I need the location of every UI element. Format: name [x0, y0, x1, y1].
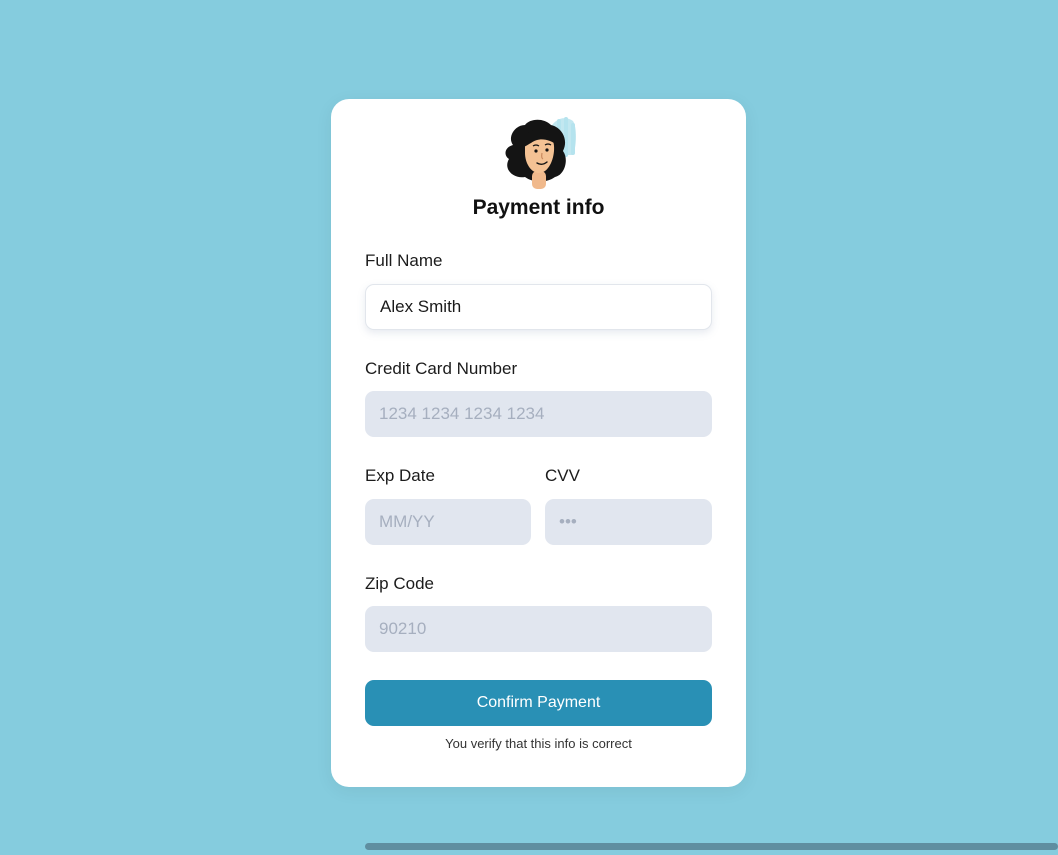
cvv-field[interactable]	[545, 499, 712, 545]
page-title: Payment info	[472, 196, 605, 219]
zip-code-label: Zip Code	[365, 574, 434, 593]
woman-avatar-icon	[505, 117, 576, 189]
card-number-label: Credit Card Number	[365, 359, 518, 378]
verification-note: You verify that this info is correct	[445, 736, 632, 751]
full-name-label: Full Name	[365, 251, 443, 270]
zip-code-field[interactable]	[365, 606, 712, 652]
card-number-field[interactable]	[365, 391, 712, 437]
full-name-field[interactable]	[365, 284, 712, 330]
exp-date-label: Exp Date	[365, 466, 435, 485]
exp-date-field[interactable]	[365, 499, 531, 545]
confirm-payment-button[interactable]: Confirm Payment	[365, 680, 712, 726]
cvv-label: CVV	[545, 466, 580, 485]
horizontal-scrollbar[interactable]	[365, 843, 1058, 850]
payment-card: Payment info Full Name Credit Card Numbe…	[331, 99, 746, 787]
